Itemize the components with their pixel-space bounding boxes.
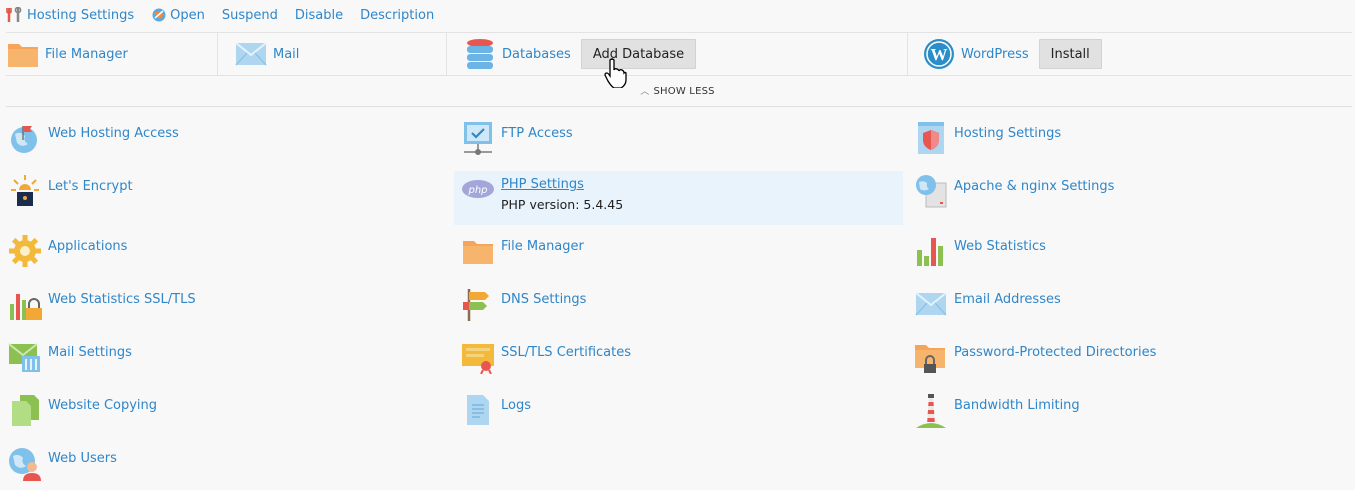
tool-apache-nginx[interactable]: Apache & nginx Settings: [914, 173, 1352, 226]
tool-ftp-access[interactable]: FTP Access: [461, 120, 901, 173]
tool-web-hosting-access[interactable]: Web Hosting Access: [8, 120, 448, 173]
lighthouse-icon: [914, 392, 948, 428]
tool-logs-label[interactable]: Logs: [501, 398, 531, 413]
folder-icon: [461, 233, 495, 269]
toolbar-hosting-settings-link[interactable]: Hosting Settings: [6, 7, 134, 23]
tool-web-hosting-access-label[interactable]: Web Hosting Access: [48, 126, 179, 141]
globe-person-icon: [8, 445, 42, 481]
toolbar-open-link[interactable]: Open: [151, 7, 205, 23]
envelope-icon: [914, 286, 948, 322]
toolbar-suspend-link[interactable]: Suspend: [222, 8, 278, 23]
quick-wordpress-link[interactable]: WordPress: [961, 47, 1029, 62]
tool-file-manager[interactable]: File Manager: [461, 233, 901, 286]
tool-ftp-access-label[interactable]: FTP Access: [501, 126, 573, 141]
envelope-settings-icon: [8, 339, 42, 375]
tool-mail-settings[interactable]: Mail Settings: [8, 339, 448, 392]
php-version-text: PHP version: 5.4.45: [501, 197, 624, 212]
quick-file-manager-label: File Manager: [45, 46, 128, 62]
tool-website-copying[interactable]: Website Copying: [8, 392, 448, 445]
tool-bandwidth-limiting-label[interactable]: Bandwidth Limiting: [954, 398, 1080, 413]
tool-password-protected-label[interactable]: Password-Protected Directories: [954, 345, 1156, 360]
chevron-up-icon: ︿: [640, 87, 650, 97]
document-icon: [461, 392, 495, 428]
tool-ssl-certificates[interactable]: SSL/TLS Certificates: [461, 339, 901, 392]
quick-mail-label: Mail: [273, 46, 300, 62]
tool-applications[interactable]: Applications: [8, 233, 448, 286]
show-less-toggle[interactable]: ︿ SHOW LESS: [0, 84, 1355, 97]
tools-icon: [6, 7, 24, 23]
toolbar-disable-link[interactable]: Disable: [295, 8, 343, 23]
globe-user-icon: [8, 120, 42, 156]
tool-email-addresses[interactable]: Email Addresses: [914, 286, 1352, 339]
tool-bandwidth-limiting[interactable]: Bandwidth Limiting: [914, 392, 1352, 445]
tool-hosting-settings[interactable]: Hosting Settings: [914, 120, 1352, 173]
tool-web-statistics-ssl[interactable]: Web Statistics SSL/TLS: [8, 286, 448, 339]
tool-dns-settings[interactable]: DNS Settings: [461, 286, 901, 339]
tool-password-protected[interactable]: Password-Protected Directories: [914, 339, 1352, 392]
quick-mail[interactable]: Mail: [218, 33, 447, 75]
show-less-label: SHOW LESS: [653, 86, 715, 97]
tool-email-addresses-label[interactable]: Email Addresses: [954, 292, 1061, 307]
folder-lock-icon: [914, 339, 948, 375]
sun-lock-icon: [8, 173, 42, 209]
signpost-icon: [461, 286, 495, 322]
tool-web-statistics-label[interactable]: Web Statistics: [954, 239, 1046, 254]
certificate-icon: [461, 339, 495, 375]
tool-dns-settings-label[interactable]: DNS Settings: [501, 292, 586, 307]
tool-web-statistics-ssl-label[interactable]: Web Statistics SSL/TLS: [48, 292, 196, 307]
quick-databases-link[interactable]: Databases: [502, 47, 571, 62]
section-divider: [6, 106, 1352, 107]
server-globe-icon: [914, 173, 948, 209]
tool-lets-encrypt[interactable]: Let's Encrypt: [8, 173, 448, 226]
tool-apache-nginx-label[interactable]: Apache & nginx Settings: [954, 179, 1114, 194]
tool-php-settings-label[interactable]: PHP Settings: [501, 177, 623, 192]
toolbar-open-label: Open: [170, 7, 205, 23]
envelope-icon: [234, 37, 268, 71]
chart-lock-icon: [8, 286, 42, 322]
tool-mail-settings-label[interactable]: Mail Settings: [48, 345, 132, 360]
toolbar-hosting-settings-label: Hosting Settings: [27, 7, 135, 23]
tool-web-users[interactable]: Web Users: [8, 445, 448, 490]
tool-lets-encrypt-label[interactable]: Let's Encrypt: [48, 179, 133, 194]
tool-website-copying-label[interactable]: Website Copying: [48, 398, 157, 413]
quick-databases: Databases Add Database: [447, 33, 908, 75]
subscription-toolbar: Hosting Settings Open Suspend Disable De…: [0, 0, 1355, 30]
gear-icon: [8, 233, 42, 269]
tool-file-manager-label[interactable]: File Manager: [501, 239, 584, 254]
wordpress-icon: W: [922, 37, 956, 71]
php-logo-icon: php: [461, 171, 495, 207]
tool-web-statistics[interactable]: Web Statistics: [914, 233, 1352, 286]
tool-hosting-settings-label[interactable]: Hosting Settings: [954, 126, 1061, 141]
tool-php-settings[interactable]: php PHP Settings PHP version: 5.4.45: [454, 171, 903, 225]
quick-access-bar: File Manager Mail Databases Add Database…: [6, 32, 1352, 76]
bar-chart-icon: [914, 233, 948, 269]
quick-wordpress: W WordPress Install: [908, 33, 1352, 75]
svg-text:W: W: [931, 45, 948, 64]
tool-logs[interactable]: Logs: [461, 392, 901, 445]
database-icon: [463, 37, 497, 71]
monitor-network-icon: [461, 120, 495, 156]
tool-ssl-certificates-label[interactable]: SSL/TLS Certificates: [501, 345, 631, 360]
wordpress-install-button[interactable]: Install: [1038, 39, 1102, 69]
quick-file-manager[interactable]: File Manager: [6, 33, 218, 75]
tool-web-users-label[interactable]: Web Users: [48, 451, 117, 466]
tool-applications-label[interactable]: Applications: [48, 239, 127, 254]
add-database-button[interactable]: Add Database: [580, 39, 697, 69]
copy-pages-icon: [8, 392, 42, 428]
globe-open-icon: [151, 7, 167, 23]
svg-text:php: php: [467, 185, 487, 196]
toolbar-description-link[interactable]: Description: [360, 8, 434, 23]
folder-icon: [6, 37, 40, 71]
shield-page-icon: [914, 120, 948, 156]
